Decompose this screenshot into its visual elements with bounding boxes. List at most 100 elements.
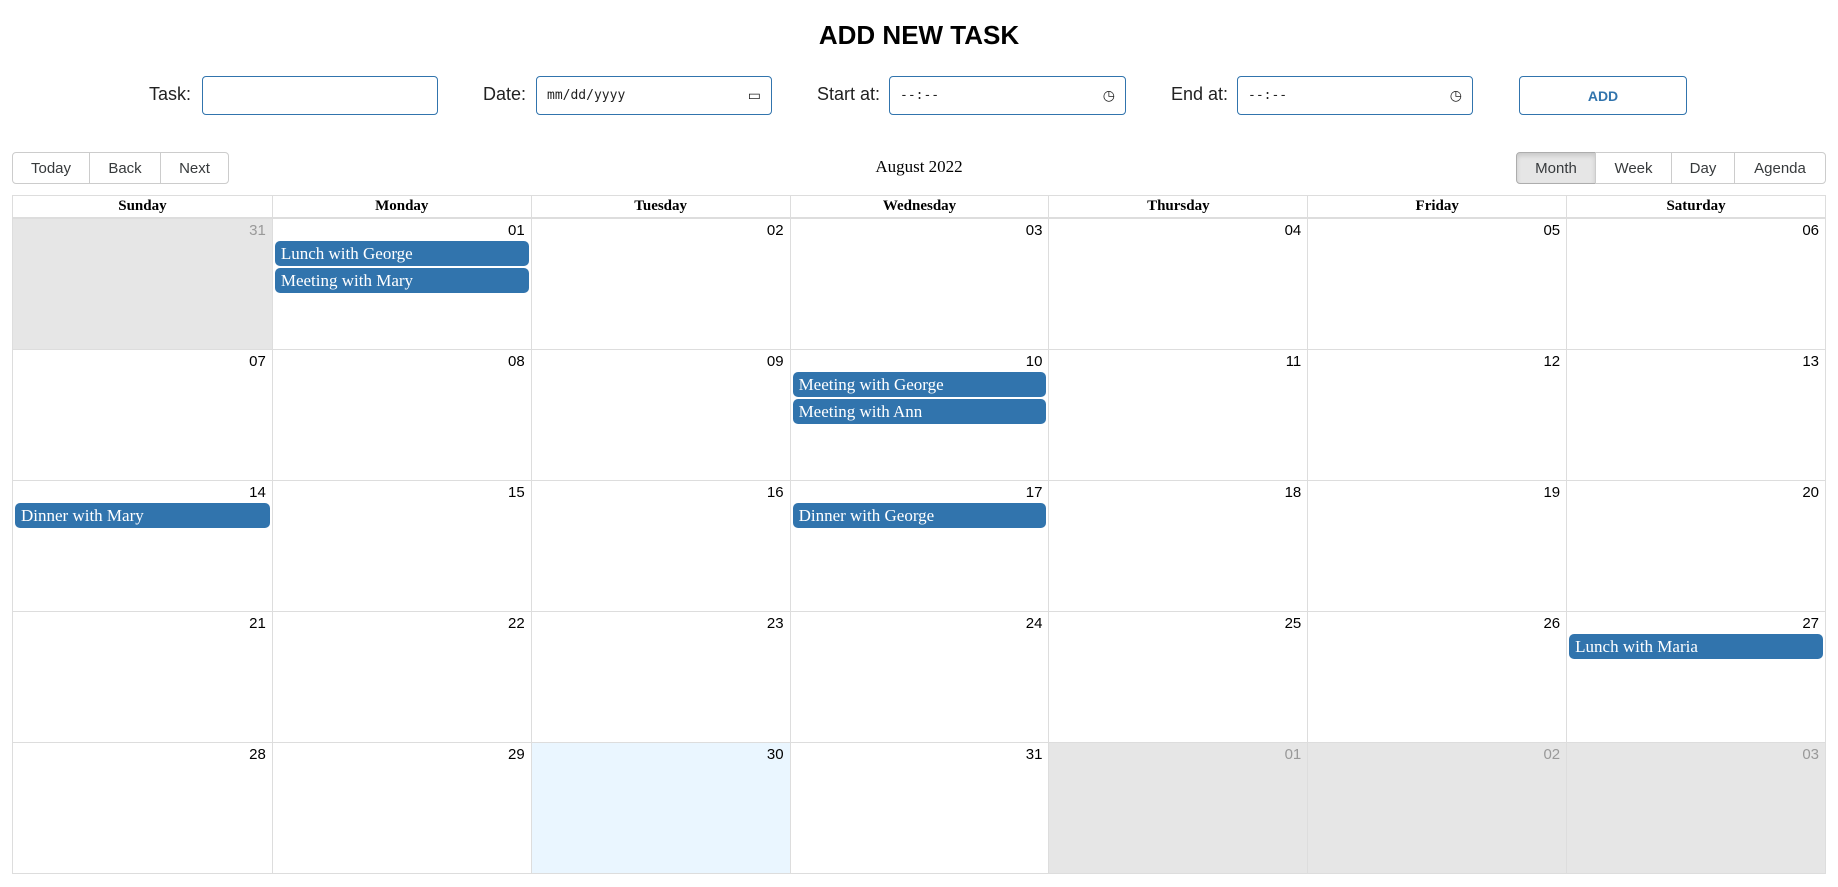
date-input[interactable]: mm/dd/yyyy ▭ — [536, 76, 772, 115]
weekday-thursday: Thursday — [1048, 196, 1307, 217]
date-number[interactable]: 04 — [1051, 221, 1305, 241]
date-number[interactable]: 16 — [534, 483, 788, 503]
clock-icon[interactable]: ◷ — [1450, 88, 1462, 104]
end-placeholder: --:-- — [1248, 88, 1288, 103]
day-cell[interactable]: 10 Meeting with George Meeting with Ann — [789, 350, 1049, 480]
date-number[interactable]: 23 — [534, 614, 788, 634]
day-cell[interactable]: 04 — [1048, 219, 1307, 349]
day-cell[interactable]: 09 — [530, 350, 790, 480]
date-number[interactable]: 01 — [275, 221, 529, 241]
day-cell[interactable]: 02 — [530, 219, 790, 349]
date-number[interactable]: 24 — [793, 614, 1047, 634]
date-number[interactable]: 07 — [15, 352, 270, 372]
date-number[interactable]: 22 — [275, 614, 529, 634]
date-number[interactable]: 09 — [534, 352, 788, 372]
day-cell[interactable]: 19 — [1307, 481, 1566, 611]
date-number[interactable]: 03 — [1569, 745, 1823, 765]
page-title: ADD NEW TASK — [818, 20, 1020, 50]
date-number[interactable]: 12 — [1310, 352, 1564, 372]
day-cell[interactable]: 24 — [789, 612, 1049, 742]
calendar-icon[interactable]: ▭ — [748, 88, 761, 104]
day-cell[interactable]: 03 — [1566, 743, 1825, 873]
calendar-event[interactable]: Lunch with George — [274, 241, 529, 266]
date-number[interactable]: 28 — [15, 745, 270, 765]
day-cell[interactable]: 01 — [1048, 743, 1308, 873]
task-input[interactable] — [202, 76, 438, 115]
date-number[interactable]: 27 — [1569, 614, 1823, 634]
day-cell[interactable]: 14 Dinner with Mary — [13, 481, 272, 611]
date-number[interactable]: 30 — [534, 745, 788, 765]
date-number[interactable]: 10 — [793, 352, 1047, 372]
calendar-event[interactable]: Meeting with George — [792, 372, 1047, 397]
calendar-event[interactable]: Dinner with George — [792, 503, 1047, 528]
date-number[interactable]: 25 — [1051, 614, 1305, 634]
day-cell[interactable]: 07 — [13, 350, 272, 480]
end-time-input[interactable]: --:-- ◷ — [1237, 76, 1473, 115]
day-cell[interactable]: 20 — [1566, 481, 1825, 611]
calendar-event[interactable]: Meeting with Ann — [792, 399, 1047, 424]
view-day-button[interactable]: Day — [1671, 152, 1735, 184]
date-number[interactable]: 03 — [793, 221, 1047, 241]
date-number[interactable]: 02 — [1310, 745, 1564, 765]
start-time-input[interactable]: --:-- ◷ — [889, 76, 1126, 115]
date-number[interactable]: 19 — [1310, 483, 1564, 503]
day-cell[interactable]: 23 — [530, 612, 790, 742]
day-cell[interactable]: 18 — [1048, 481, 1307, 611]
day-cell[interactable]: 25 — [1048, 612, 1307, 742]
date-number[interactable]: 13 — [1569, 352, 1823, 372]
day-cell[interactable]: 31 — [13, 219, 272, 349]
date-number[interactable]: 20 — [1569, 483, 1823, 503]
date-number[interactable]: 17 — [793, 483, 1047, 503]
day-cell[interactable]: 03 — [789, 219, 1049, 349]
weekday-friday: Friday — [1307, 196, 1566, 217]
date-number[interactable]: 02 — [534, 221, 788, 241]
week-row: 31 01 Lunch with George Meeting with Mary 02… — [13, 218, 1825, 349]
day-cell[interactable]: 28 — [13, 743, 272, 873]
date-number[interactable]: 31 — [15, 221, 270, 241]
date-label: Date: — [483, 84, 527, 104]
date-number[interactable]: 01 — [1051, 745, 1305, 765]
date-number[interactable]: 26 — [1310, 614, 1564, 634]
date-number[interactable]: 29 — [275, 745, 529, 765]
day-cell[interactable]: 15 — [271, 481, 531, 611]
day-cell[interactable]: 01 Lunch with George Meeting with Mary — [271, 219, 531, 349]
day-cell[interactable]: 26 — [1307, 612, 1566, 742]
date-number[interactable]: 11 — [1051, 352, 1305, 372]
date-number[interactable]: 31 — [793, 745, 1047, 765]
day-cell[interactable]: 08 — [271, 350, 531, 480]
day-cell[interactable]: 29 — [271, 743, 531, 873]
day-cell[interactable]: 27 Lunch with Maria — [1566, 612, 1825, 742]
day-cell[interactable]: 21 — [13, 612, 272, 742]
day-cell[interactable]: 06 — [1566, 219, 1825, 349]
day-cell[interactable]: 12 — [1307, 350, 1566, 480]
calendar-event[interactable]: Dinner with Mary — [15, 503, 270, 528]
day-cell[interactable]: 11 — [1048, 350, 1307, 480]
day-cell[interactable]: 16 — [530, 481, 790, 611]
day-cell[interactable]: 30 — [530, 743, 790, 873]
day-cell[interactable]: 22 — [271, 612, 531, 742]
add-button[interactable]: ADD — [1519, 76, 1687, 115]
date-number[interactable]: 05 — [1310, 221, 1564, 241]
date-number[interactable]: 06 — [1569, 221, 1823, 241]
date-number[interactable]: 21 — [15, 614, 270, 634]
day-cell[interactable]: 17 Dinner with George — [789, 481, 1049, 611]
view-month-button[interactable]: Month — [1516, 152, 1596, 184]
view-week-button[interactable]: Week — [1595, 152, 1672, 184]
weekday-tuesday: Tuesday — [530, 196, 790, 217]
calendar-event[interactable]: Meeting with Mary — [274, 268, 529, 293]
date-number[interactable]: 08 — [275, 352, 529, 372]
day-cell[interactable]: 31 — [789, 743, 1049, 873]
weekday-monday: Monday — [271, 196, 531, 217]
day-cell[interactable]: 02 — [1307, 743, 1567, 873]
day-cell[interactable]: 13 — [1566, 350, 1825, 480]
calendar-event[interactable]: Lunch with Maria — [1569, 634, 1823, 659]
task-label: Task: — [149, 84, 192, 104]
date-number[interactable]: 15 — [275, 483, 529, 503]
week-row: 21 22 23 24 25 26 27 Lunch with Maria — [13, 611, 1825, 742]
date-number[interactable]: 14 — [15, 483, 270, 503]
date-number[interactable]: 18 — [1051, 483, 1305, 503]
view-agenda-button[interactable]: Agenda — [1734, 152, 1826, 184]
clock-icon[interactable]: ◷ — [1103, 88, 1115, 104]
day-cell[interactable]: 05 — [1307, 219, 1566, 349]
start-placeholder: --:-- — [900, 88, 940, 103]
